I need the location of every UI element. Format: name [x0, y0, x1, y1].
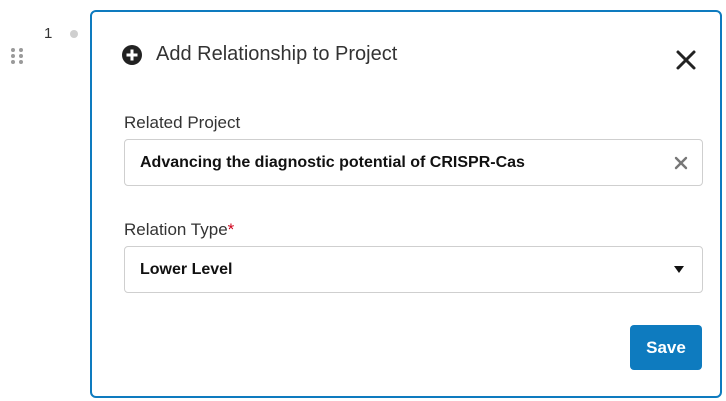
save-button[interactable]: Save — [630, 325, 702, 370]
dialog-header: Add Relationship to Project — [122, 43, 397, 66]
required-marker: * — [227, 220, 235, 239]
dialog-title: Add Relationship to Project — [156, 43, 398, 65]
related-project-label: Related Project — [124, 113, 241, 132]
relation-type-label-text: Relation Type — [124, 220, 228, 239]
related-project-input[interactable]: Advancing the diagnostic potential of CR… — [124, 139, 703, 186]
plus-circle-icon — [122, 44, 142, 65]
relation-type-value: Lower Level — [140, 260, 233, 278]
add-relationship-dialog: Add Relationship to Project Related Proj… — [90, 10, 722, 398]
row-status-dot — [70, 30, 78, 38]
clear-icon[interactable] — [674, 156, 688, 170]
relation-type-label: Relation Type* — [124, 220, 234, 240]
close-icon[interactable] — [674, 48, 698, 72]
row-number: 1 — [44, 25, 53, 42]
caret-down-icon — [674, 265, 684, 274]
relation-type-select[interactable]: Lower Level — [124, 246, 703, 293]
drag-handle-icon[interactable] — [10, 47, 24, 69]
related-project-value: Advancing the diagnostic potential of CR… — [140, 153, 525, 171]
